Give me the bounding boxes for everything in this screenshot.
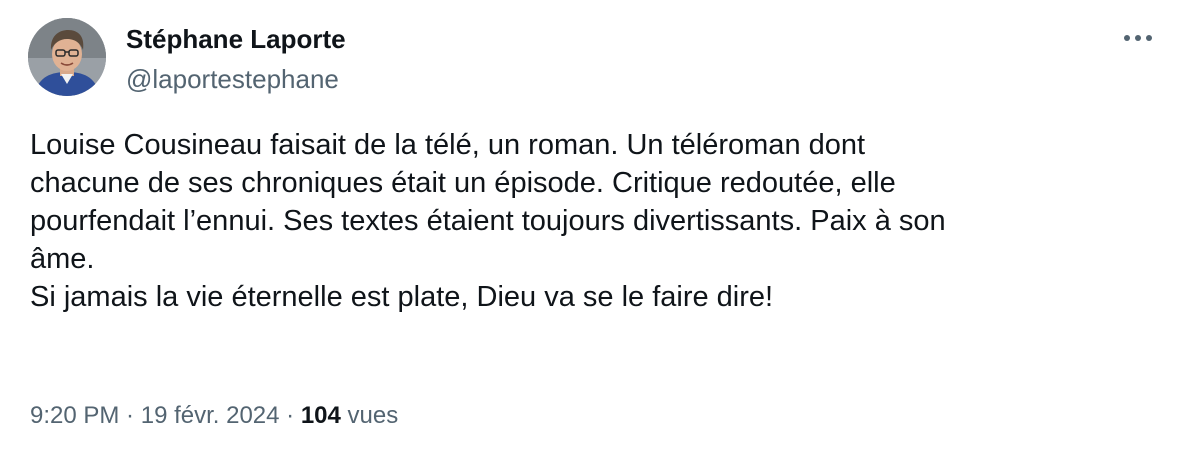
tweet-text: Louise Cousineau faisait de la télé, un … xyxy=(30,129,946,313)
meta-separator: · xyxy=(279,402,301,429)
author-handle[interactable]: @laportestephane xyxy=(126,62,346,96)
author-block: Stéphane Laporte @laportestephane xyxy=(126,22,346,96)
views-label: vues xyxy=(340,402,399,429)
tweet-card: Stéphane Laporte @laportestephane Louise… xyxy=(0,0,1180,460)
tweet-time: 9:20 PM xyxy=(30,402,120,429)
tweet-date: 19 févr. 2024 xyxy=(140,402,280,429)
tweet-metadata: 9:20 PM · 19 févr. 2024 · 104 vues xyxy=(30,400,398,432)
tweet-timestamp[interactable]: 9:20 PM · 19 févr. 2024 xyxy=(30,402,280,429)
more-options-button[interactable] xyxy=(1120,24,1156,52)
more-horizontal-icon xyxy=(1124,35,1152,41)
avatar[interactable] xyxy=(28,18,106,96)
author-display-name[interactable]: Stéphane Laporte xyxy=(126,22,346,56)
avatar-photo xyxy=(28,18,106,96)
meta-separator: · xyxy=(119,402,141,429)
views-count: 104 xyxy=(300,402,341,429)
